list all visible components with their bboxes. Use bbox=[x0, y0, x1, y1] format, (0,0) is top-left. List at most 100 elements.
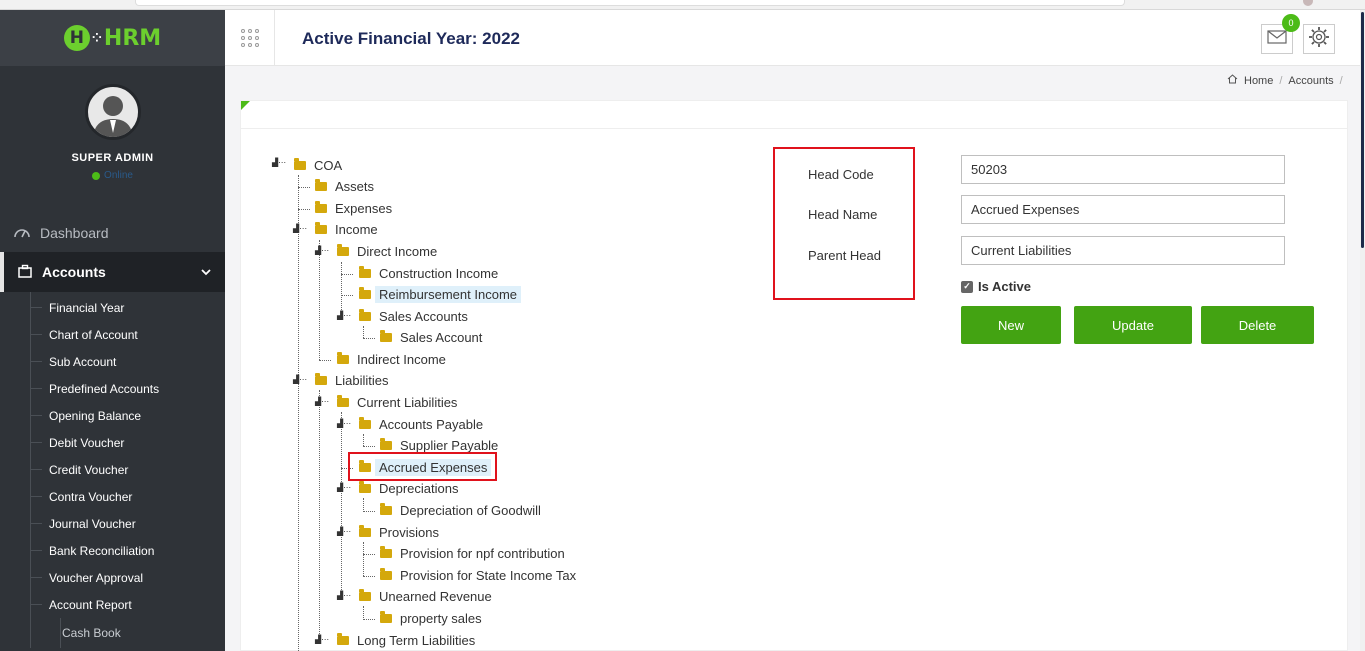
folder-icon bbox=[315, 372, 327, 385]
avatar bbox=[84, 84, 141, 140]
tree-node-unearned-revenue[interactable]: Unearned Revenue bbox=[359, 586, 492, 606]
tree-node-property-sales[interactable]: property sales bbox=[380, 608, 482, 628]
tree-node-assets[interactable]: Assets bbox=[315, 176, 374, 196]
tree-node-current-liabilities[interactable]: Current Liabilities bbox=[337, 392, 457, 412]
sidebar-item-debit-voucher[interactable]: Debit Voucher bbox=[30, 429, 225, 456]
chevron-down-icon bbox=[201, 265, 211, 279]
dashboard-icon bbox=[14, 225, 30, 241]
online-dot-icon bbox=[92, 171, 101, 180]
highlight-selected-node bbox=[348, 452, 497, 481]
tree-node-expenses[interactable]: Expenses bbox=[315, 198, 392, 218]
folder-icon bbox=[337, 351, 349, 364]
settings-button[interactable] bbox=[1303, 24, 1335, 54]
page-title: Active Financial Year: 2022 bbox=[302, 29, 520, 48]
head-name-label: Head Name bbox=[808, 207, 878, 222]
breadcrumb-home[interactable]: Home bbox=[1244, 75, 1273, 87]
user-status: Online bbox=[92, 170, 133, 181]
briefcase-icon bbox=[18, 264, 32, 281]
header: Active Financial Year: 2022 0 bbox=[225, 10, 1365, 66]
folder-icon bbox=[337, 394, 349, 407]
tree-node-income[interactable]: Income bbox=[315, 219, 378, 239]
folder-icon bbox=[380, 329, 392, 342]
folder-icon bbox=[380, 567, 392, 580]
sidebar-item-opening-balance[interactable]: Opening Balance bbox=[30, 402, 225, 429]
tree-node-depreciations[interactable]: Depreciations bbox=[359, 478, 459, 498]
sidebar-item-credit-voucher[interactable]: Credit Voucher bbox=[30, 456, 225, 483]
parent-head-label: Parent Head bbox=[808, 248, 881, 263]
breadcrumb-accounts[interactable]: Accounts bbox=[1288, 75, 1333, 87]
sidebar-item-voucher-approval[interactable]: Voucher Approval bbox=[30, 564, 225, 591]
panel-header bbox=[241, 101, 1347, 129]
folder-icon bbox=[315, 178, 327, 191]
tree-node-sales-account[interactable]: Sales Account bbox=[380, 327, 482, 347]
head-name-input[interactable]: Accrued Expenses bbox=[961, 195, 1285, 224]
breadcrumb: Home / Accounts / bbox=[1227, 74, 1343, 87]
tree-node-long-term-liabilities[interactable]: Long Term Liabilities bbox=[337, 630, 475, 650]
profile-dot[interactable] bbox=[1303, 0, 1313, 6]
is-active-checkbox[interactable]: ✓ bbox=[961, 280, 973, 293]
folder-icon bbox=[294, 157, 306, 170]
folder-icon bbox=[359, 524, 371, 537]
tree-node-indirect-income[interactable]: Indirect Income bbox=[337, 349, 446, 369]
head-code-label: Head Code bbox=[808, 167, 874, 182]
tree-node-reimbursement-income[interactable]: Reimbursement Income bbox=[359, 284, 521, 304]
update-button[interactable]: Update bbox=[1074, 306, 1192, 344]
folder-icon bbox=[337, 632, 349, 645]
mail-count-badge: 0 bbox=[1282, 14, 1300, 32]
folder-icon bbox=[315, 221, 327, 234]
sidebar-item-cash-book[interactable]: Cash Book bbox=[30, 618, 225, 648]
page-scrollbar-thumb[interactable] bbox=[1361, 12, 1364, 248]
apps-grid-icon[interactable] bbox=[225, 10, 275, 66]
folder-icon bbox=[315, 200, 327, 213]
tree-node-provisions[interactable]: Provisions bbox=[359, 522, 439, 542]
folder-icon bbox=[359, 416, 371, 429]
envelope-icon bbox=[1267, 29, 1287, 49]
sidebar-item-financial-year[interactable]: Financial Year bbox=[30, 294, 225, 321]
user-panel: SUPER ADMIN Online bbox=[0, 66, 225, 214]
accounts-submenu: Financial Year Chart of Account Sub Acco… bbox=[0, 292, 225, 648]
folder-icon bbox=[380, 502, 392, 515]
folder-icon bbox=[359, 265, 371, 278]
browser-address-strip bbox=[0, 0, 1365, 10]
tree-node-provision-npf[interactable]: Provision for npf contribution bbox=[380, 543, 565, 563]
home-icon bbox=[1227, 74, 1238, 87]
user-name: SUPER ADMIN bbox=[71, 152, 154, 164]
is-active-row: ✓ Is Active bbox=[961, 279, 1031, 294]
sidebar-item-dashboard[interactable]: Dashboard bbox=[0, 214, 225, 252]
logo-area[interactable]: H ⁘ HRM bbox=[0, 10, 225, 66]
tree-node-provision-state-tax[interactable]: Provision for State Income Tax bbox=[380, 565, 576, 585]
panel-corner-marker bbox=[241, 101, 250, 110]
new-button[interactable]: New bbox=[961, 306, 1061, 344]
sidebar-item-account-report[interactable]: Account Report bbox=[30, 591, 225, 618]
folder-icon bbox=[380, 545, 392, 558]
folder-icon bbox=[380, 610, 392, 623]
app-logo: H ⁘ HRM bbox=[63, 25, 161, 51]
tree-node-coa[interactable]: COA bbox=[294, 155, 342, 175]
delete-button[interactable]: Delete bbox=[1201, 306, 1314, 344]
address-bar[interactable] bbox=[135, 0, 1125, 6]
folder-icon bbox=[337, 243, 349, 256]
is-active-label: Is Active bbox=[978, 279, 1031, 294]
head-code-input[interactable]: 50203 bbox=[961, 155, 1285, 184]
tree-node-liabilities[interactable]: Liabilities bbox=[315, 370, 388, 390]
folder-icon bbox=[359, 480, 371, 493]
sidebar-item-bank-reconciliation[interactable]: Bank Reconciliation bbox=[30, 537, 225, 564]
sidebar-item-chart-of-account[interactable]: Chart of Account bbox=[30, 321, 225, 348]
tree-node-depreciation-of-goodwill[interactable]: Depreciation of Goodwill bbox=[380, 500, 541, 520]
folder-icon bbox=[380, 437, 392, 450]
sidebar-item-journal-voucher[interactable]: Journal Voucher bbox=[30, 510, 225, 537]
tree-node-direct-income[interactable]: Direct Income bbox=[337, 241, 437, 261]
tree-node-sales-accounts[interactable]: Sales Accounts bbox=[359, 306, 468, 326]
folder-icon bbox=[359, 308, 371, 321]
sidebar-item-contra-voucher[interactable]: Contra Voucher bbox=[30, 483, 225, 510]
tree-node-accounts-payable[interactable]: Accounts Payable bbox=[359, 414, 483, 434]
sidebar-item-accounts[interactable]: Accounts bbox=[0, 252, 225, 292]
folder-icon bbox=[359, 588, 371, 601]
folder-icon bbox=[359, 286, 371, 299]
tree-node-construction-income[interactable]: Construction Income bbox=[359, 263, 498, 283]
sidebar: H ⁘ HRM SUPER ADMIN Online Dashboard Accou… bbox=[0, 10, 225, 651]
parent-head-input[interactable]: Current Liabilities bbox=[961, 236, 1285, 265]
sidebar-item-predefined-accounts[interactable]: Predefined Accounts bbox=[30, 375, 225, 402]
sidebar-item-sub-account[interactable]: Sub Account bbox=[30, 348, 225, 375]
gear-icon bbox=[1308, 26, 1330, 53]
